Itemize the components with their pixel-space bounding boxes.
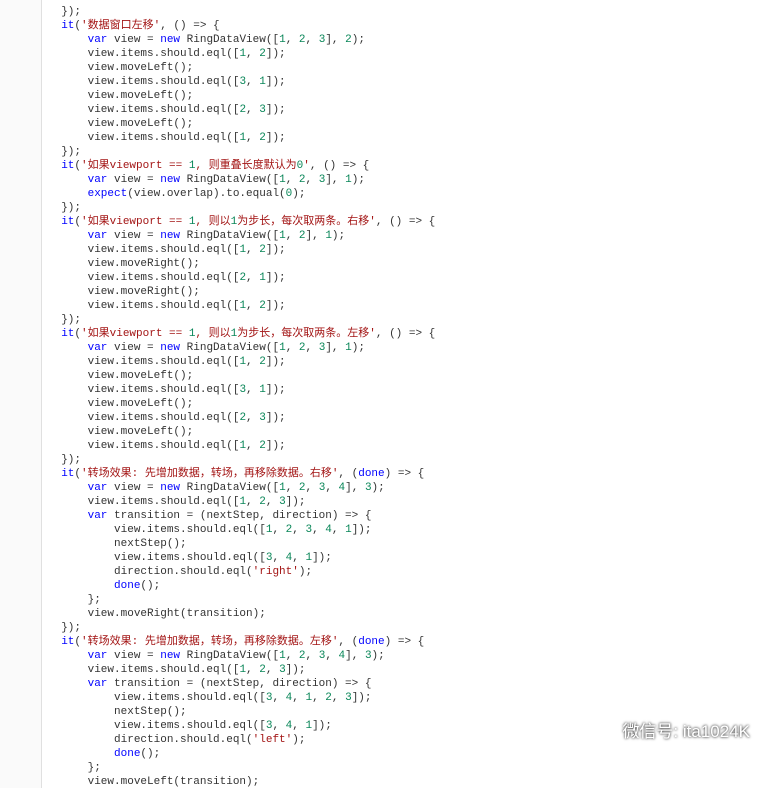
code-content: }); it('数据窗口左移', () => { var view = new … <box>42 0 770 788</box>
gutter <box>0 0 42 788</box>
wechat-watermark: 微信号: ita1024K <box>593 721 750 743</box>
watermark-text: 微信号: ita1024K <box>622 725 750 739</box>
code-editor: }); it('数据窗口左移', () => { var view = new … <box>0 0 770 788</box>
wechat-icon <box>593 721 615 743</box>
